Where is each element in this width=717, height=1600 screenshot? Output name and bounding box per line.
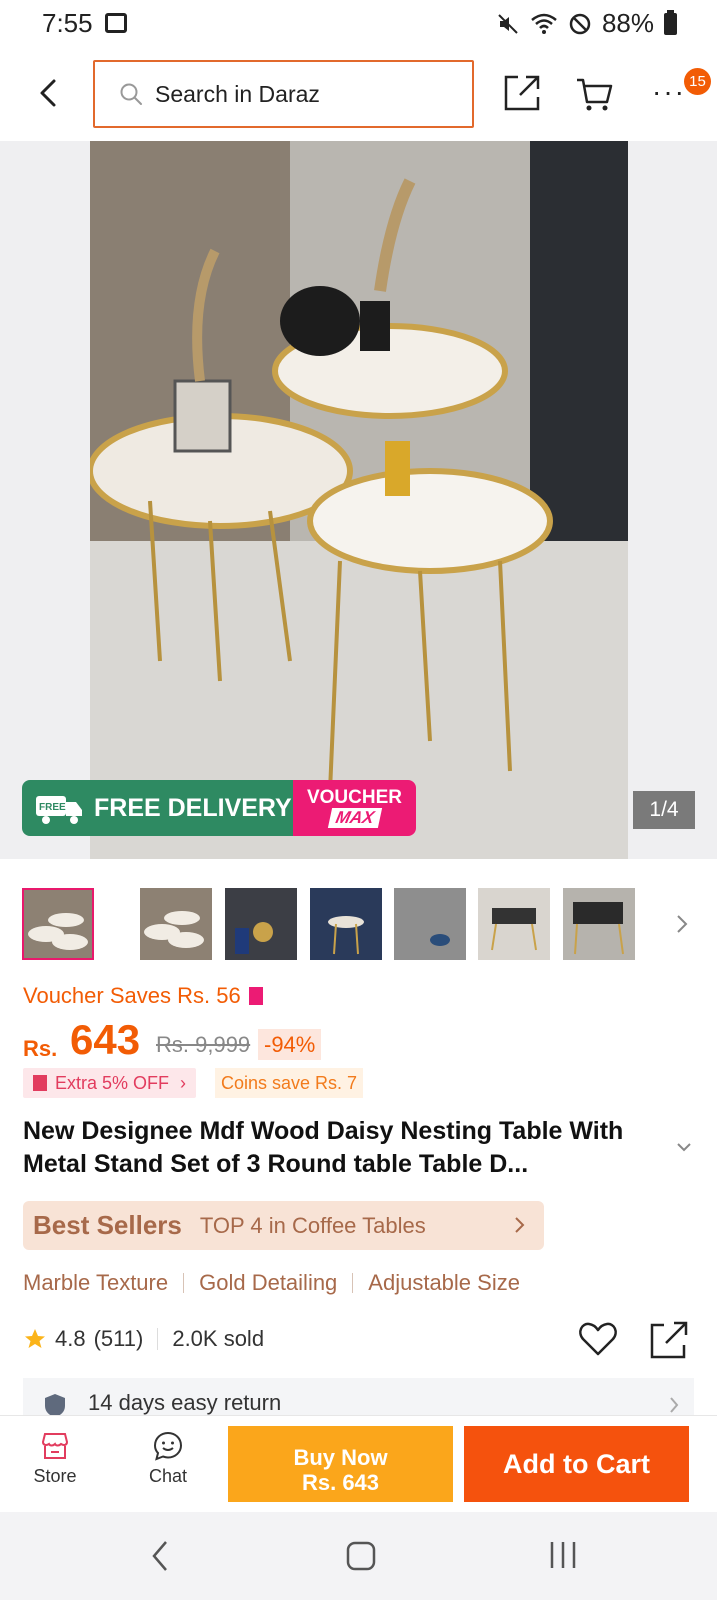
best-sellers-banner[interactable]: Best Sellers TOP 4 in Coffee Tables	[23, 1201, 544, 1250]
buy-now-button[interactable]: Buy Now Rs. 643	[228, 1426, 453, 1502]
chevron-right-icon	[670, 1397, 679, 1413]
gallery-notification-icon	[105, 13, 127, 33]
product-title[interactable]: New Designee Mdf Wood Daisy Nesting Tabl…	[23, 1115, 663, 1181]
voucher-saves-text: Voucher Saves Rs. 56	[23, 983, 241, 1008]
store-icon	[41, 1433, 69, 1459]
feature-tag: Gold Detailing	[199, 1270, 338, 1295]
share-icon[interactable]	[648, 1321, 690, 1361]
percent-tag-icon	[33, 1075, 47, 1091]
thumbnail-7[interactable]	[563, 888, 635, 960]
feature-tag: Marble Texture	[23, 1270, 169, 1295]
divider	[352, 1273, 354, 1293]
chevron-right-icon	[515, 1217, 525, 1233]
rating-row[interactable]: 4.8 (511) 2.0K sold	[23, 1326, 264, 1352]
sold-count: 2.0K sold	[172, 1326, 265, 1351]
thumbnail-image	[140, 888, 212, 960]
thumbnail-image	[478, 888, 550, 960]
status-right: 88%	[496, 8, 677, 39]
cart-icon[interactable]	[575, 74, 615, 114]
product-page: 7:55 88% Search in Daraz ··· 15 1/4 FREE…	[0, 0, 717, 1600]
more-options-icon[interactable]: ···	[652, 78, 686, 106]
product-photo-illustration	[90, 141, 628, 859]
chat-button[interactable]: Chat	[138, 1426, 198, 1501]
chat-label: Chat	[148, 1466, 188, 1486]
nav-back-icon[interactable]	[150, 1538, 170, 1574]
returns-row[interactable]: 14 days easy return	[23, 1378, 694, 1418]
thumbnail-3[interactable]	[225, 888, 297, 960]
original-price: Rs. 9,999	[156, 1032, 251, 1057]
chat-icon	[153, 1431, 183, 1461]
best-sellers-label: Best Sellers	[33, 1210, 182, 1240]
current-price: 643	[70, 1016, 141, 1063]
voucher-line1: VOUCHER	[306, 787, 402, 808]
star-icon	[25, 1329, 45, 1348]
thumbnail-6[interactable]	[478, 888, 550, 960]
thumbnail-image	[563, 888, 635, 960]
system-navigation-bar	[0, 1512, 717, 1600]
rating-value: 4.8	[55, 1326, 86, 1351]
chevron-down-icon[interactable]	[674, 1140, 694, 1156]
thumbnail-image	[225, 888, 297, 960]
voucher-line2: MAX	[327, 808, 382, 828]
voucher-tag-icon	[248, 987, 263, 1005]
battery-icon	[664, 9, 677, 35]
action-bar: Store Chat Buy Now Rs. 643 Add to Cart	[0, 1415, 717, 1512]
voucher-max-badge: VOUCHER MAX	[293, 780, 416, 836]
thumbnail-2[interactable]	[140, 888, 212, 960]
battery-percent: 88%	[601, 8, 654, 38]
divider	[183, 1273, 185, 1293]
extra-off-badge[interactable]: Extra 5% OFF ›	[23, 1068, 197, 1098]
buy-now-price: Rs. 643	[301, 1470, 380, 1495]
thumbnail-image	[310, 888, 382, 960]
free-delivery-label: FREE DELIVERY	[94, 793, 292, 822]
discount-badge: -94%	[258, 1029, 322, 1060]
wifi-icon	[531, 13, 557, 34]
mute-icon	[498, 13, 518, 34]
heart-icon[interactable]	[578, 1321, 618, 1357]
coins-badge: Coins save Rs. 7	[215, 1068, 364, 1098]
review-count: (511)	[93, 1326, 144, 1351]
delivery-truck-icon: FREE	[36, 796, 82, 824]
add-to-cart-button[interactable]: Add to Cart	[464, 1426, 689, 1502]
price-currency: Rs.	[23, 1036, 58, 1061]
chevron-right-icon[interactable]	[672, 912, 692, 936]
best-sellers-rank: TOP 4 in Coffee Tables	[199, 1212, 426, 1238]
returns-text: 14 days easy return	[88, 1390, 282, 1415]
nav-recents-icon[interactable]	[548, 1540, 578, 1570]
store-label: Store	[33, 1466, 77, 1486]
extra-off-text: Extra 5% OFF	[55, 1073, 170, 1093]
thumbnail-image	[24, 890, 92, 958]
notification-badge: 15	[684, 68, 711, 95]
feature-tag: Adjustable Size	[368, 1270, 520, 1295]
product-image[interactable]	[90, 141, 628, 859]
thumbnail-1[interactable]	[22, 888, 94, 960]
store-button[interactable]: Store	[25, 1426, 85, 1501]
divider	[157, 1328, 159, 1350]
free-delivery-banner: FREE FREE DELIVERY VOUCHER MAX	[22, 780, 416, 836]
feature-tags: Marble Texture Gold Detailing Adjustable…	[23, 1270, 520, 1296]
thumbnail-4[interactable]	[310, 888, 382, 960]
free-delivery-section: FREE FREE DELIVERY	[22, 780, 293, 836]
search-placeholder: Search in Daraz	[155, 80, 320, 107]
search-icon	[120, 83, 142, 105]
thumbnail-strip	[22, 888, 702, 960]
product-gallery[interactable]: 1/4	[0, 141, 717, 859]
thumbnail-image	[394, 888, 466, 960]
back-arrow-icon[interactable]	[30, 73, 70, 113]
thumbnail-5[interactable]	[394, 888, 466, 960]
search-input[interactable]: Search in Daraz	[93, 60, 474, 128]
free-tag: FREE	[39, 802, 66, 813]
voucher-saves: Voucher Saves Rs. 56	[23, 983, 263, 1009]
do-not-disturb-icon	[569, 13, 591, 34]
share-icon[interactable]	[502, 73, 542, 113]
image-pager: 1/4	[633, 791, 695, 829]
nav-home-icon[interactable]	[345, 1540, 377, 1572]
status-time: 7:55	[42, 8, 93, 38]
status-bar: 7:55 88%	[0, 0, 717, 46]
buy-now-label: Buy Now	[293, 1445, 388, 1470]
chevron-right-icon: ›	[180, 1073, 187, 1093]
